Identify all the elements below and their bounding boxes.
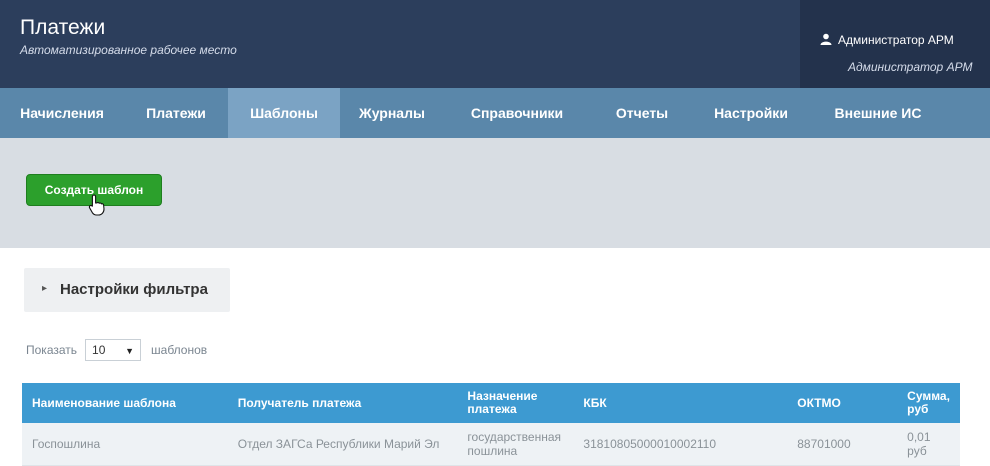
user-role-label: Администратор АРМ xyxy=(838,33,954,47)
column-header-template-name[interactable]: Наименование шаблона xyxy=(22,383,228,423)
show-label: Показать xyxy=(26,343,78,357)
page-size-select[interactable]: 10 ▼ xyxy=(85,339,142,361)
user-icon xyxy=(820,33,832,45)
nav-item-templates[interactable]: Шаблоны xyxy=(228,88,340,138)
triangle-down-icon: ▼ xyxy=(125,346,135,356)
page-size-row: Показать 10 ▼ шаблонов xyxy=(26,338,207,362)
templates-table: Наименование шаблона Получатель платежа … xyxy=(22,383,960,466)
table-header-row: Наименование шаблона Получатель платежа … xyxy=(22,383,960,423)
page-size-value: 10 xyxy=(92,343,106,357)
nav-item-reports[interactable]: Отчеты xyxy=(590,88,694,138)
hand-cursor-icon xyxy=(88,194,105,216)
column-header-recipient[interactable]: Получатель платежа xyxy=(227,383,458,423)
app-subtitle: Автоматизированное рабочее место xyxy=(20,43,237,57)
toolbar-area: Создать шаблон xyxy=(0,138,990,248)
nav-item-journals[interactable]: Журналы xyxy=(340,88,444,138)
column-header-amount[interactable]: Сумма, руб xyxy=(897,383,960,423)
nav-item-payments[interactable]: Платежи xyxy=(124,88,228,138)
nav-item-settings[interactable]: Настройки xyxy=(694,88,808,138)
column-header-oktmo[interactable]: ОКТМО xyxy=(787,383,898,423)
nav-item-directories[interactable]: Справочники xyxy=(444,88,590,138)
nav-item-external-is[interactable]: Внешние ИС xyxy=(808,88,948,138)
filter-settings-toggle[interactable]: ▸ Настройки фильтра xyxy=(24,268,230,312)
column-header-purpose[interactable]: Назначение платежа xyxy=(457,383,574,423)
app-title: Платежи xyxy=(20,16,106,39)
triangle-right-icon: ▸ xyxy=(42,283,48,294)
user-role[interactable]: Администратор АРМ xyxy=(820,33,954,47)
column-header-kbk[interactable]: КБК xyxy=(573,383,788,423)
templates-suffix: шаблонов xyxy=(151,343,208,357)
app-header: Платежи Автоматизированное рабочее место… xyxy=(0,0,990,88)
user-panel[interactable]: Администратор АРМ Администратор АРМ xyxy=(800,0,990,88)
filter-settings-label: Настройки фильтра xyxy=(60,281,208,298)
main-nav: Начисления Платежи Шаблоны Журналы Справ… xyxy=(0,88,990,138)
user-name: Администратор АРМ xyxy=(848,60,973,74)
nav-item-accruals[interactable]: Начисления xyxy=(0,88,124,138)
